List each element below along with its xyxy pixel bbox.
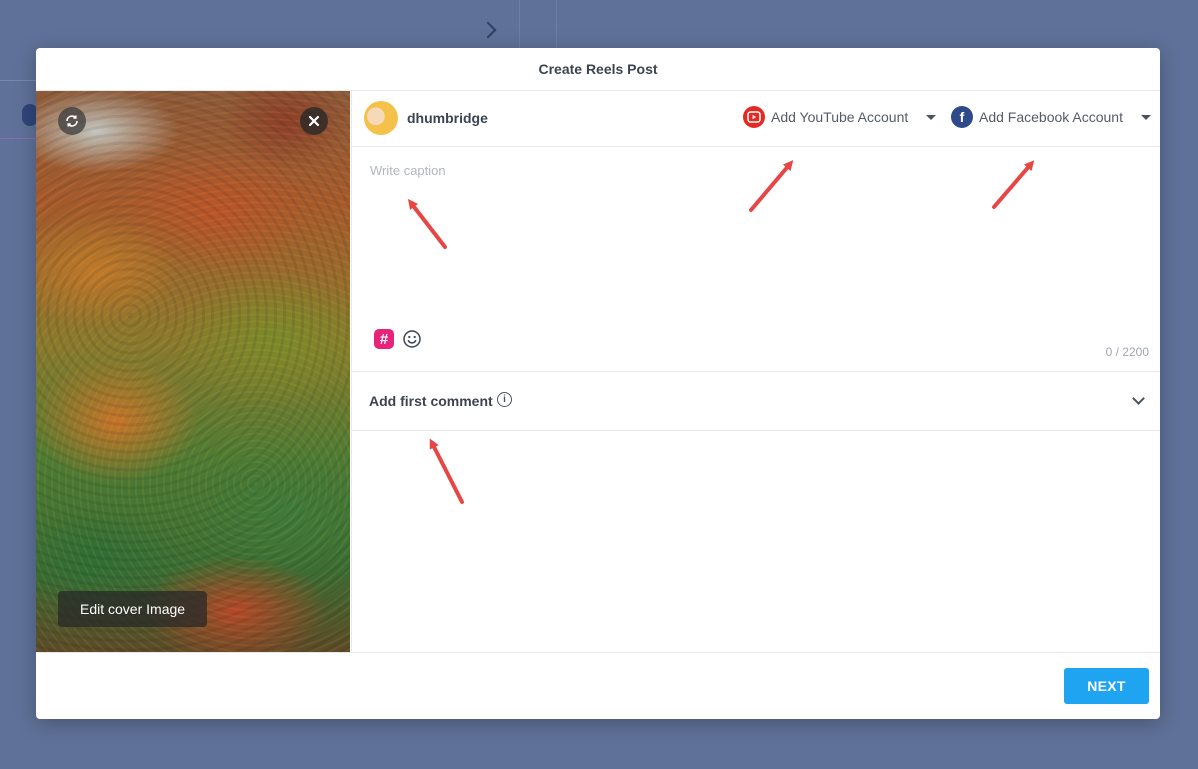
first-comment-toggle[interactable]: Add first comment i [352,372,1160,431]
caption-input[interactable] [368,161,1132,315]
chevron-right-icon [479,21,497,39]
caret-down-icon [1141,114,1151,120]
modal-title: Create Reels Post [36,48,1160,91]
caret-down-icon [926,114,937,120]
close-icon [308,115,320,127]
first-comment-label: Add first comment [369,393,493,409]
background-divider [519,0,520,48]
modal-footer: NEXT [36,652,1160,719]
chevron-down-icon [1132,392,1145,405]
post-composer: dhumbridge Add YouTube Account f Add Fac… [351,91,1160,652]
emoji-button[interactable] [402,329,422,349]
next-button[interactable]: NEXT [1064,668,1149,704]
emoji-icon [403,330,421,348]
add-youtube-account-dropdown[interactable]: Add YouTube Account [743,106,937,128]
media-preview: Edit cover Image [36,91,350,652]
account-username: dhumbridge [407,110,488,126]
avatar [364,101,398,135]
modal-body: Edit cover Image dhumbridge Add YouTube … [36,91,1160,652]
hashtag-icon: # [379,330,389,348]
account-row: dhumbridge Add YouTube Account f Add Fac… [352,91,1160,147]
background-divider [0,80,36,81]
replace-media-button[interactable] [58,107,86,135]
background-divider [556,0,557,48]
forest-image [36,91,350,652]
add-facebook-account-dropdown[interactable]: f Add Facebook Account [951,106,1151,128]
edit-cover-image-button[interactable]: Edit cover Image [58,591,208,627]
refresh-icon [66,115,78,127]
create-reels-modal: Create Reels Post Edit cover Image dhumb… [36,48,1160,719]
caption-character-counter: 0 / 2200 [1105,345,1149,359]
hashtag-button[interactable]: # [374,329,394,349]
background-divider [0,138,36,139]
youtube-icon [743,106,765,128]
facebook-icon: f [951,106,973,128]
remove-media-button[interactable] [300,107,328,135]
info-icon[interactable]: i [497,392,512,407]
facebook-account-label: Add Facebook Account [979,109,1123,125]
youtube-account-label: Add YouTube Account [771,109,909,125]
caption-area: # 0 / 2200 [352,147,1160,372]
